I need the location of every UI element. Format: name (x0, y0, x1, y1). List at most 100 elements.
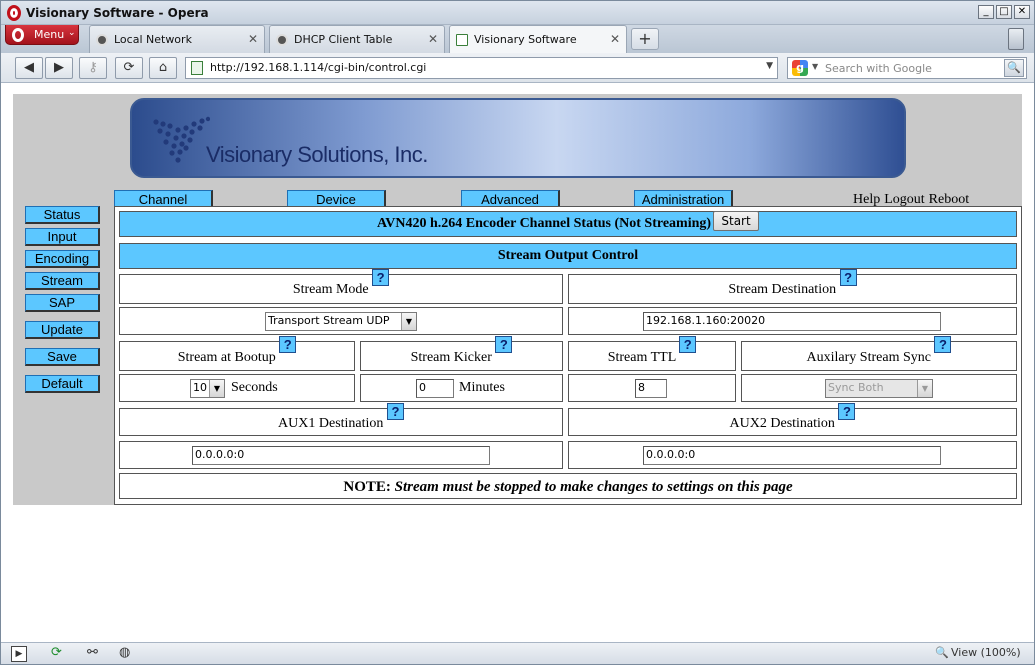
google-icon[interactable]: g (792, 60, 808, 76)
kicker-unit: Minutes (459, 380, 505, 395)
close-tab-icon[interactable]: ✕ (248, 32, 258, 46)
close-window-button[interactable]: ✕ (1014, 5, 1030, 19)
kicker-label: Stream Kicker (410, 350, 492, 365)
opera-menu-button[interactable]: Menu ⌄ (5, 25, 79, 45)
search-input[interactable]: Search with Google (825, 62, 932, 75)
help-icon[interactable]: ? (279, 336, 297, 353)
back-button[interactable]: ◀ (15, 57, 43, 79)
save-button[interactable]: Save (25, 348, 100, 366)
stream-destination-label: Stream Destination (728, 282, 837, 297)
help-icon[interactable]: ? (386, 403, 404, 420)
note-cell: NOTE: Stream must be stopped to make cha… (119, 473, 1017, 499)
tab-label: Visionary Software (474, 33, 577, 46)
minimize-button[interactable]: _ (978, 5, 994, 19)
section-header: Stream Output Control (119, 243, 1017, 269)
zoom-level[interactable]: View (100%) (951, 646, 1021, 659)
kicker-label-cell: Stream Kicker ? (360, 336, 563, 371)
aux-sync-input-cell: Sync Both ▼ (741, 374, 1017, 402)
side-nav-sap[interactable]: SAP (25, 294, 100, 312)
ttl-label-cell: Stream TTL ? (568, 336, 736, 371)
maximize-button[interactable]: □ (996, 5, 1012, 19)
globe-icon (96, 34, 108, 46)
window-controls: _ □ ✕ (978, 5, 1030, 19)
side-nav-input[interactable]: Input (25, 228, 100, 246)
company-banner: Visionary Solutions, Inc. (130, 98, 906, 178)
help-icon[interactable]: ? (679, 336, 697, 353)
side-nav-status[interactable]: Status (25, 206, 100, 224)
search-box[interactable]: g ▼ Search with Google 🔍 (787, 57, 1027, 79)
address-url[interactable]: http://192.168.1.114/cgi-bin/control.cgi (210, 61, 426, 74)
chevron-down-icon[interactable]: ▼ (766, 61, 773, 71)
ttl-input-cell: 8 (568, 374, 736, 402)
aux2-input-cell: 0.0.0.0:0 (568, 441, 1017, 469)
section-title: Stream Output Control (497, 248, 639, 263)
help-icon[interactable]: ? (934, 336, 952, 353)
channel-status-header: AVN420 h.264 Encoder Channel Status (Not… (119, 211, 1017, 237)
help-icon[interactable]: ? (495, 336, 513, 353)
aux-sync-value: Sync Both (828, 381, 884, 394)
bootup-input-cell: 10 ▼ Seconds (119, 374, 355, 402)
reboot-link[interactable]: Reboot (929, 192, 969, 207)
default-button[interactable]: Default (25, 375, 100, 393)
title-bar: Visionary Software - Opera _ □ ✕ (1, 1, 1034, 25)
tab-label: DHCP Client Table (294, 33, 393, 46)
stream-mode-select[interactable]: Transport Stream UDP ▼ (265, 312, 417, 331)
side-nav-encoding[interactable]: Encoding (25, 250, 100, 268)
kicker-input[interactable]: 0 (416, 379, 454, 398)
close-tab-icon[interactable]: ✕ (610, 32, 620, 46)
bootup-unit: Seconds (231, 380, 278, 395)
new-tab-button[interactable]: + (631, 28, 659, 50)
zoom-icon: 🔍 (935, 646, 949, 659)
aux2-label: AUX2 Destination (729, 416, 835, 431)
aux1-destination-input[interactable]: 0.0.0.0:0 (192, 446, 490, 465)
aux-sync-select: Sync Both ▼ (825, 379, 933, 398)
stream-destination-input-cell: 192.168.1.160:20020 (568, 307, 1017, 335)
bootup-select[interactable]: 10 ▼ (190, 379, 225, 398)
page-icon (191, 61, 203, 75)
help-icon[interactable]: ? (838, 403, 856, 420)
stream-mode-value: Transport Stream UDP (268, 314, 390, 327)
tab-visionary-software[interactable]: Visionary Software ✕ (449, 25, 627, 53)
tab-local-network[interactable]: Local Network ✕ (89, 25, 265, 53)
company-logo-icon (153, 116, 210, 163)
bootup-value: 10 (193, 381, 207, 394)
reload-button[interactable]: ⟳ (115, 57, 143, 79)
stream-mode-label-cell: Stream Mode ? (119, 269, 563, 304)
trash-icon[interactable] (1008, 28, 1024, 50)
bootup-label-cell: Stream at Bootup ? (119, 336, 355, 371)
sync-icon[interactable]: ⟳ (51, 645, 62, 660)
kicker-input-cell: 0 Minutes (360, 374, 563, 402)
stream-destination-label-cell: Stream Destination ? (568, 269, 1017, 304)
help-icon[interactable]: ? (839, 269, 857, 286)
aux2-destination-input[interactable]: 0.0.0.0:0 (643, 446, 941, 465)
menu-label: Menu (34, 28, 65, 41)
key-icon[interactable]: ⚷ (79, 57, 107, 79)
tab-dhcp-client-table[interactable]: DHCP Client Table ✕ (269, 25, 445, 53)
turbo-icon[interactable]: ◍ (119, 645, 130, 660)
aux1-label-cell: AUX1 Destination ? (119, 403, 563, 436)
network-icon[interactable]: ⚯ (87, 645, 98, 660)
logout-link[interactable]: Logout (884, 192, 924, 207)
chevron-down-icon: ▼ (209, 380, 224, 397)
search-icon[interactable]: 🔍 (1004, 59, 1024, 77)
aux-sync-label: Auxilary Stream Sync (806, 350, 931, 365)
help-link[interactable]: Help (853, 192, 880, 207)
address-bar[interactable]: http://192.168.1.114/cgi-bin/control.cgi… (185, 57, 778, 79)
aux-sync-label-cell: Auxilary Stream Sync ? (741, 336, 1017, 371)
home-button[interactable]: ⌂ (149, 57, 177, 79)
forward-button[interactable]: ▶ (45, 57, 73, 79)
channel-status-title: AVN420 h.264 Encoder Channel Status (Not… (376, 216, 712, 231)
page-content: Visionary Solutions, Inc. Channel Device… (1, 84, 1034, 642)
side-nav-stream[interactable]: Stream (25, 272, 100, 290)
help-icon[interactable]: ? (372, 269, 390, 286)
ttl-label: Stream TTL (607, 350, 676, 365)
banner-text: Visionary Solutions, Inc. (206, 142, 428, 167)
stream-destination-input[interactable]: 192.168.1.160:20020 (643, 312, 941, 331)
close-tab-icon[interactable]: ✕ (428, 32, 438, 46)
panel-toggle-icon[interactable]: ▶ (11, 646, 27, 662)
note-prefix: NOTE: (343, 479, 391, 495)
ttl-input[interactable]: 8 (635, 379, 667, 398)
update-button[interactable]: Update (25, 321, 100, 339)
chevron-down-icon[interactable]: ▼ (812, 62, 818, 71)
start-button[interactable]: Start (713, 211, 760, 231)
